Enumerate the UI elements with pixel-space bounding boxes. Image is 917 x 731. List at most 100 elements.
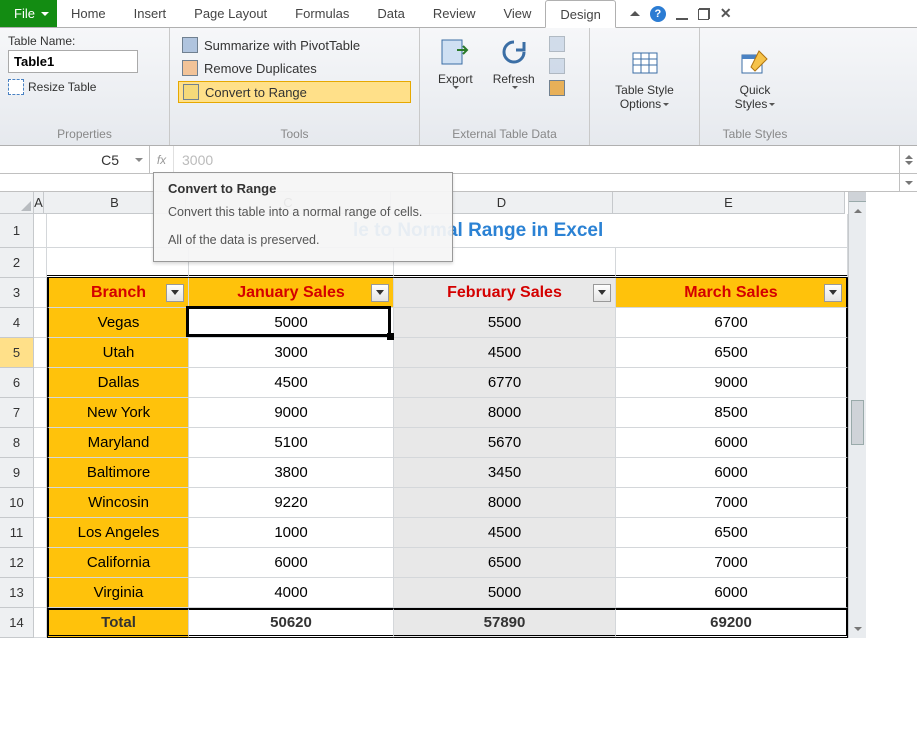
fx-icon[interactable]: fx — [150, 146, 174, 173]
row-header-11[interactable]: 11 — [0, 518, 34, 548]
table-row[interactable]: Utah — [47, 338, 189, 368]
table-row[interactable]: Virginia — [47, 578, 189, 608]
row-header-7[interactable]: 7 — [0, 398, 34, 428]
table-row[interactable]: Maryland — [47, 428, 189, 458]
tab-design[interactable]: Design — [545, 0, 615, 28]
active-cell-fill-handle[interactable] — [387, 333, 394, 340]
total-label[interactable]: Total — [47, 608, 189, 638]
total-mar[interactable]: 69200 — [616, 608, 848, 638]
convert-to-range-button[interactable]: Convert to Range — [178, 81, 411, 103]
table-header-january[interactable]: January Sales — [189, 278, 394, 308]
window-restore-icon[interactable] — [698, 8, 710, 20]
row-header-1[interactable]: 1 — [0, 214, 34, 248]
properties-link-icon[interactable] — [549, 36, 565, 52]
table-row[interactable]: 3000 — [189, 338, 394, 368]
tab-view[interactable]: View — [489, 0, 545, 27]
row-header-6[interactable]: 6 — [0, 368, 34, 398]
table-header-february[interactable]: February Sales — [394, 278, 616, 308]
table-row[interactable]: Baltimore — [47, 458, 189, 488]
table-row[interactable]: 3450 — [394, 458, 616, 488]
resize-table-button[interactable]: Resize Table — [28, 80, 96, 94]
row-header-3[interactable]: 3 — [0, 278, 34, 308]
window-close-icon[interactable]: ✕ — [720, 5, 732, 22]
formula-expand-button[interactable] — [899, 146, 917, 173]
split-handle[interactable] — [849, 192, 866, 202]
table-row[interactable]: 4500 — [394, 338, 616, 368]
table-row[interactable]: New York — [47, 398, 189, 428]
table-row[interactable]: California — [47, 548, 189, 578]
tab-page-layout[interactable]: Page Layout — [180, 0, 281, 27]
table-row[interactable]: 1000 — [189, 518, 394, 548]
unlink-icon[interactable] — [549, 80, 565, 96]
row-header-10[interactable]: 10 — [0, 488, 34, 518]
table-row[interactable]: 5500 — [394, 308, 616, 338]
table-style-options-button[interactable]: Table Style Options — [598, 32, 691, 125]
table-row[interactable]: 6000 — [189, 548, 394, 578]
table-row[interactable]: 9000 — [616, 368, 848, 398]
table-row[interactable]: 4000 — [189, 578, 394, 608]
table-row[interactable]: 8000 — [394, 488, 616, 518]
row-header-9[interactable]: 9 — [0, 458, 34, 488]
table-row[interactable]: 7000 — [616, 488, 848, 518]
filter-dropdown-icon[interactable] — [593, 284, 611, 302]
table-row[interactable]: 3800 — [189, 458, 394, 488]
table-row[interactable]: 6500 — [616, 518, 848, 548]
row-header-13[interactable]: 13 — [0, 578, 34, 608]
row-header-4[interactable]: 4 — [0, 308, 34, 338]
formula-value[interactable]: 3000 — [174, 146, 899, 173]
table-header-branch[interactable]: Branch — [47, 278, 189, 308]
tab-formulas[interactable]: Formulas — [281, 0, 363, 27]
table-row[interactable]: 5000 — [394, 578, 616, 608]
tab-home[interactable]: Home — [57, 0, 120, 27]
ribbon-collapse-icon[interactable] — [630, 11, 640, 16]
table-row[interactable]: Vegas — [47, 308, 189, 338]
help-icon[interactable]: ? — [650, 6, 666, 22]
table-row[interactable]: 6000 — [616, 458, 848, 488]
vertical-scrollbar[interactable] — [848, 192, 866, 638]
tab-file[interactable]: File — [0, 0, 57, 27]
row-header-12[interactable]: 12 — [0, 548, 34, 578]
tab-review[interactable]: Review — [419, 0, 490, 27]
table-row[interactable]: 6000 — [616, 578, 848, 608]
filter-dropdown-icon[interactable] — [824, 284, 842, 302]
scroll-up-button[interactable] — [849, 202, 866, 220]
row-header-8[interactable]: 8 — [0, 428, 34, 458]
table-row[interactable]: Wincosin — [47, 488, 189, 518]
table-row[interactable]: 5000 — [189, 308, 394, 338]
filter-dropdown-icon[interactable] — [371, 284, 389, 302]
table-row[interactable]: Dallas — [47, 368, 189, 398]
table-row[interactable]: 5100 — [189, 428, 394, 458]
tab-data[interactable]: Data — [363, 0, 418, 27]
export-button[interactable]: Export — [428, 32, 483, 125]
filter-dropdown-icon[interactable] — [166, 284, 184, 302]
table-row[interactable]: 4500 — [189, 368, 394, 398]
table-name-input[interactable] — [8, 50, 138, 73]
name-box[interactable]: C5 — [0, 146, 150, 173]
refresh-button[interactable]: Refresh — [483, 32, 545, 125]
total-feb[interactable]: 57890 — [394, 608, 616, 638]
table-row[interactable]: 8500 — [616, 398, 848, 428]
table-row[interactable]: 8000 — [394, 398, 616, 428]
table-row[interactable]: 9000 — [189, 398, 394, 428]
table-row[interactable]: 9220 — [189, 488, 394, 518]
table-row[interactable]: 6500 — [616, 338, 848, 368]
table-row[interactable]: 6700 — [616, 308, 848, 338]
formula-collapse-button[interactable] — [899, 174, 917, 191]
scroll-down-button[interactable] — [849, 620, 866, 638]
remove-duplicates-button[interactable]: Remove Duplicates — [178, 58, 411, 78]
col-header-E[interactable]: E — [613, 192, 845, 214]
total-jan[interactable]: 50620 — [189, 608, 394, 638]
window-minimize-icon[interactable] — [676, 8, 688, 20]
select-all-corner[interactable] — [0, 192, 34, 214]
open-browser-icon[interactable] — [549, 58, 565, 74]
table-row[interactable]: 6500 — [394, 548, 616, 578]
scroll-thumb[interactable] — [851, 400, 864, 445]
table-row[interactable]: 5670 — [394, 428, 616, 458]
summarize-pivottable-button[interactable]: Summarize with PivotTable — [178, 35, 411, 55]
quick-styles-button[interactable]: Quick Styles — [708, 32, 802, 125]
table-row[interactable]: 7000 — [616, 548, 848, 578]
row-header-14[interactable]: 14 — [0, 608, 34, 638]
tab-insert[interactable]: Insert — [120, 0, 181, 27]
col-header-A[interactable]: A — [34, 192, 44, 214]
table-header-march[interactable]: March Sales — [616, 278, 848, 308]
